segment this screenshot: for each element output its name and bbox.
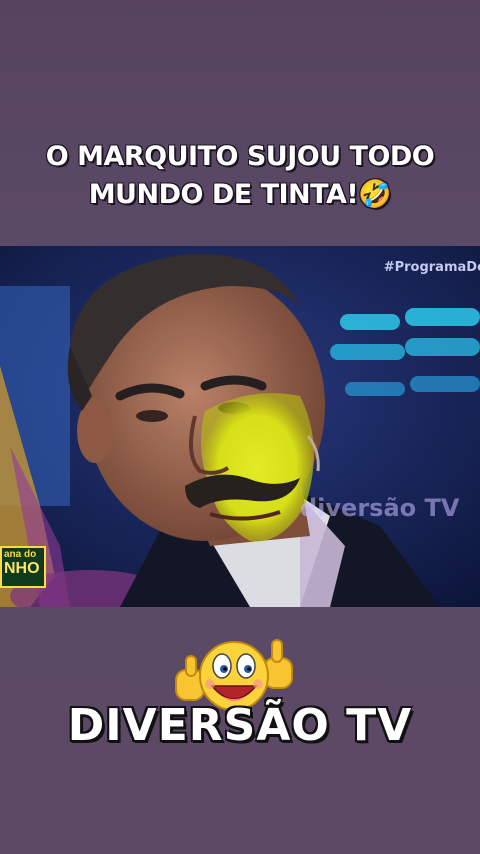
program-logo-badge: ana do NHO: [0, 546, 46, 588]
program-logo-big: NHO: [4, 560, 40, 577]
video-frame[interactable]: #ProgramaDo diversão TV ana do NHO: [0, 246, 480, 607]
program-logo-top: ana do: [4, 549, 37, 560]
caption-line-1: O MARQUITO SUJOU TODO: [45, 141, 435, 172]
channel-brand-name: DIVERSÃO TV: [67, 700, 413, 751]
watermark-text: diversão TV: [300, 494, 460, 522]
video-scene-image: [0, 246, 480, 607]
video-caption: O MARQUITO SUJOU TODO MUNDO DE TINTA!🤣: [0, 138, 480, 214]
hashtag-overlay: #ProgramaDo: [383, 260, 480, 275]
caption-line-2: MUNDO DE TINTA!🤣: [88, 179, 392, 210]
